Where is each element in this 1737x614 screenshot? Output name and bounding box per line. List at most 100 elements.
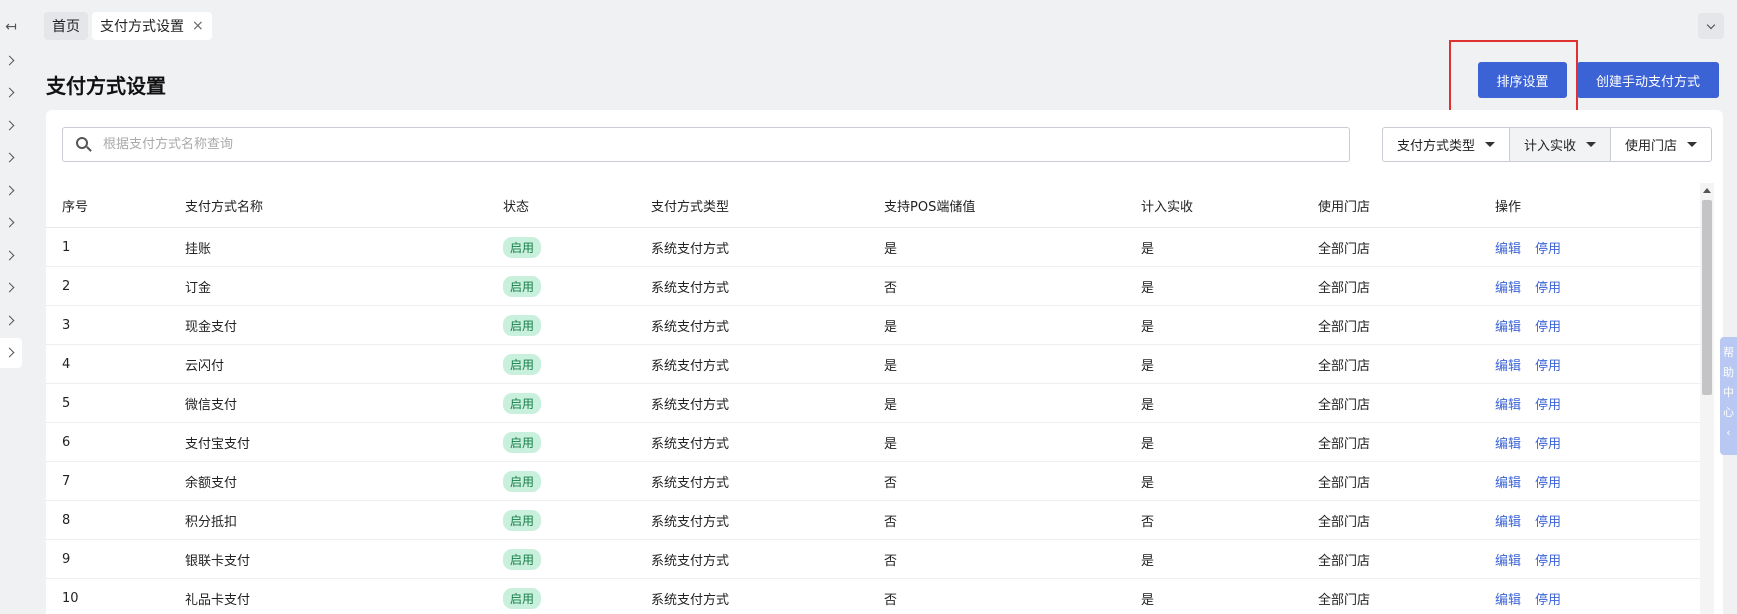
help-center-tab[interactable]: 帮助中心 ‹ [1720, 337, 1737, 455]
header-no: 序号 [62, 200, 89, 215]
disable-link[interactable]: 停用 [1535, 281, 1561, 296]
cell-name: 支付宝支付 [185, 436, 251, 452]
edit-link[interactable]: 编辑 [1495, 281, 1521, 296]
cell-status: 启用 [487, 236, 635, 258]
chevron-down-icon [1706, 20, 1716, 29]
disable-link[interactable]: 停用 [1535, 593, 1561, 608]
payment-table: 序号 支付方式名称 状态 支付方式类型 支持POS端储值 计入实收 使用门店 操… [46, 184, 1703, 614]
cell-type: 系统支付方式 [651, 592, 730, 608]
disable-link[interactable]: 停用 [1535, 515, 1561, 530]
tab-bar: 首页 支付方式设置 × [44, 12, 212, 40]
cell-actions: 编辑 停用 [1479, 277, 1703, 296]
edit-link[interactable]: 编辑 [1495, 242, 1521, 257]
disable-link[interactable]: 停用 [1535, 398, 1561, 413]
search-box[interactable] [62, 127, 1350, 162]
table-row: 5 微信支付 启用 系统支付方式 是 是 全部门店 编辑 停用 [46, 384, 1703, 423]
rail-item-2[interactable] [0, 78, 22, 108]
search-input[interactable] [103, 137, 1349, 152]
rail-item-4[interactable] [0, 143, 22, 173]
content-card: 支付方式类型 计入实收 使用门店 序号 支付方式名称 状态 支付方式类型 支持P… [46, 110, 1723, 614]
edit-link[interactable]: 编辑 [1495, 476, 1521, 491]
cell-status: 启用 [487, 431, 635, 453]
edit-link[interactable]: 编辑 [1495, 398, 1521, 413]
rail-item-9[interactable] [0, 305, 22, 335]
status-badge: 启用 [503, 509, 542, 531]
rail-item-8[interactable] [0, 273, 22, 303]
vertical-scrollbar[interactable] [1700, 183, 1714, 614]
cell-type: 系统支付方式 [651, 280, 730, 296]
edit-link[interactable]: 编辑 [1495, 554, 1521, 569]
cell-status: 启用 [487, 587, 635, 609]
cell-no: 8 [62, 512, 71, 528]
cell-status: 启用 [487, 470, 635, 492]
table-row: 2 订金 启用 系统支付方式 否 是 全部门店 编辑 停用 [46, 267, 1703, 306]
rail-item-3[interactable] [0, 110, 22, 140]
disable-link[interactable]: 停用 [1535, 554, 1561, 569]
cell-pos: 否 [884, 514, 898, 530]
rail-item-6[interactable] [0, 208, 22, 238]
scroll-thumb[interactable] [1702, 200, 1712, 395]
cell-name: 订金 [185, 280, 212, 296]
status-badge: 启用 [503, 470, 542, 492]
cell-pos: 否 [884, 475, 898, 491]
rail-item-7[interactable] [0, 240, 22, 270]
tab-payment-settings[interactable]: 支付方式设置 × [92, 12, 212, 40]
disable-link[interactable]: 停用 [1535, 476, 1561, 491]
disable-link[interactable]: 停用 [1535, 359, 1561, 374]
filter-payment-type[interactable]: 支付方式类型 [1382, 127, 1511, 162]
cell-status: 启用 [487, 392, 635, 414]
chevron-right-icon [4, 250, 15, 260]
create-manual-payment-button[interactable]: 创建手动支付方式 [1577, 62, 1719, 98]
rail-item-5[interactable] [0, 175, 22, 205]
close-icon[interactable]: × [192, 18, 204, 34]
tab-home[interactable]: 首页 [44, 12, 88, 40]
cell-name: 云闪付 [185, 358, 225, 374]
filter-count-income-label: 计入实收 [1524, 139, 1577, 154]
cell-store: 全部门店 [1318, 280, 1371, 296]
cell-name: 礼品卡支付 [185, 592, 251, 608]
cell-type: 系统支付方式 [651, 553, 730, 569]
table-row: 3 现金支付 启用 系统支付方式 是 是 全部门店 编辑 停用 [46, 306, 1703, 345]
cell-no: 7 [62, 473, 71, 489]
rail-item-1[interactable] [0, 45, 22, 75]
status-badge: 启用 [503, 392, 542, 414]
disable-link[interactable]: 停用 [1535, 320, 1561, 335]
filter-store[interactable]: 使用门店 [1610, 127, 1713, 162]
caret-down-icon [1687, 142, 1698, 147]
search-icon [75, 136, 93, 154]
cell-actions: 编辑 停用 [1479, 355, 1703, 374]
help-char: 心 [1723, 406, 1734, 419]
cell-pos: 否 [884, 592, 898, 608]
expand-tabs-button[interactable] [1698, 13, 1724, 39]
cell-income: 是 [1141, 319, 1155, 335]
edit-link[interactable]: 编辑 [1495, 515, 1521, 530]
help-char: 帮 [1723, 346, 1734, 359]
cell-status: 启用 [487, 509, 635, 531]
scroll-up-icon[interactable] [1703, 188, 1711, 193]
status-badge: 启用 [503, 587, 542, 609]
tab-payment-settings-label: 支付方式设置 [100, 19, 184, 35]
collapse-menu-icon[interactable]: ↤ [0, 12, 22, 42]
cell-no: 5 [62, 395, 71, 411]
edit-link[interactable]: 编辑 [1495, 359, 1521, 374]
cell-actions: 编辑 停用 [1479, 433, 1703, 452]
cell-actions: 编辑 停用 [1479, 472, 1703, 491]
cell-status: 启用 [487, 314, 635, 336]
disable-link[interactable]: 停用 [1535, 242, 1561, 257]
edit-link[interactable]: 编辑 [1495, 593, 1521, 608]
cell-store: 全部门店 [1318, 397, 1371, 413]
cell-status: 启用 [487, 548, 635, 570]
cell-income: 是 [1141, 280, 1155, 296]
edit-link[interactable]: 编辑 [1495, 437, 1521, 452]
page-title: 支付方式设置 [46, 74, 166, 98]
rail-item-10[interactable] [0, 337, 22, 368]
cell-pos: 是 [884, 397, 898, 413]
cell-type: 系统支付方式 [651, 241, 730, 257]
filter-count-income[interactable]: 计入实收 [1509, 127, 1612, 162]
cell-type: 系统支付方式 [651, 436, 730, 452]
cell-status: 启用 [487, 275, 635, 297]
edit-link[interactable]: 编辑 [1495, 320, 1521, 335]
table-row: 10 礼品卡支付 启用 系统支付方式 否 是 全部门店 编辑 停用 [46, 579, 1703, 614]
disable-link[interactable]: 停用 [1535, 437, 1561, 452]
table-row: 1 挂账 启用 系统支付方式 是 是 全部门店 编辑 停用 [46, 228, 1703, 267]
